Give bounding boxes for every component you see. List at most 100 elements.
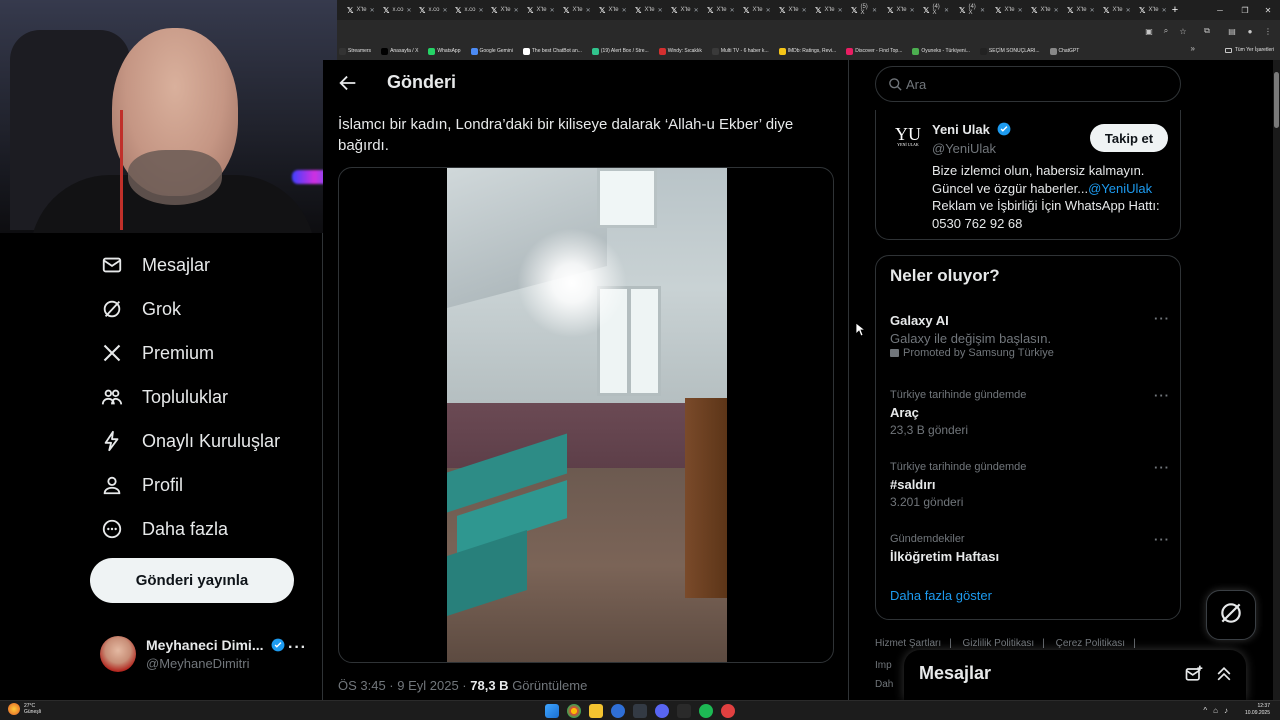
video-player[interactable] [447,168,727,662]
maximize-button[interactable]: ❐ [1233,0,1257,20]
weather-widget[interactable]: 27°C Güneşli [8,703,41,715]
zoom-icon[interactable]: ⌕ [1160,25,1172,37]
scrollbar-thumb[interactable] [1274,72,1279,128]
steam-icon[interactable] [633,704,647,718]
browser-tab[interactable]: 𝕏 X'te ✕ [553,0,591,20]
show-more-link[interactable]: Daha fazla göster [890,588,992,603]
footer-link-terms[interactable]: Hizmet Şartları [875,638,941,649]
browser-tab[interactable]: 𝕏 X'te ✕ [1093,0,1131,20]
browser-tab[interactable]: 𝕏 X'te ✕ [517,0,555,20]
bookmarks-overflow-icon[interactable]: » [1191,44,1195,53]
browser-tab[interactable]: 𝕏x.co ✕ [409,0,448,20]
tray-volume-icon[interactable]: ♪ [1224,706,1228,715]
bookmark-item[interactable]: ChatGPT [1049,47,1079,55]
browser-tab[interactable]: 𝕏 X'te ✕ [589,0,627,20]
sidebar-toggle-icon[interactable]: ▤ [1226,25,1238,37]
browser-tab[interactable]: 𝕏 X'te ✕ [481,0,519,20]
bookmark-item[interactable]: Discover - Find Top... [846,47,902,55]
file-explorer-icon[interactable] [589,704,603,718]
trend-more-icon[interactable]: ··· [1154,460,1170,475]
browser-tab[interactable]: 𝕏 X'te ✕ [1021,0,1059,20]
browser-tab[interactable]: 𝕏 X'te ✕ [733,0,771,20]
browser-tab[interactable]: 𝕏 X'te ✕ [1129,0,1167,20]
bookmark-item[interactable]: SEÇİM SONUÇLARI... [979,47,1040,55]
nav-item-messages[interactable]: Mesajlar [100,253,210,277]
nav-item-communities[interactable]: Topluluklar [100,385,228,409]
nav-item-more[interactable]: Daha fazla [100,517,228,541]
expand-up-icon[interactable] [1214,664,1236,686]
discord-icon[interactable] [655,704,669,718]
post-timestamp[interactable]: ÖS 3:45 · 9 Eyl 2025 · [338,678,467,693]
account-more-icon[interactable]: ··· [288,639,307,657]
bookmark-item[interactable]: (19) Alert Box / Stre... [591,47,649,55]
close-window-button[interactable]: ✕ [1256,0,1280,20]
browser-tab[interactable]: 𝕏 (4) X ✕ [913,0,949,20]
profile-name[interactable]: Yeni Ulak [932,122,990,137]
nav-item-premium[interactable]: Premium [100,341,214,365]
bookmark-item[interactable]: Anasayfa / X [381,47,418,55]
screen-cast-icon[interactable]: ▣ [1143,25,1155,37]
follow-button[interactable]: Takip et [1090,124,1168,152]
browser-tab[interactable]: 𝕏 (5) X ✕ [841,0,877,20]
footer-link-fragment[interactable]: Imp [875,660,892,671]
nav-item-profile[interactable]: Profil [100,473,183,497]
extensions-icon[interactable]: ⧉ [1201,25,1213,37]
bookmark-star-icon[interactable]: ☆ [1177,25,1189,37]
minimize-button[interactable]: ─ [1208,0,1232,20]
bookmark-item[interactable]: Multi TV - 6 haber k... [711,47,769,55]
nav-item-verified-orgs[interactable]: Onaylı Kuruluşlar [100,429,280,453]
page-scrollbar[interactable] [1273,60,1280,700]
obs-icon[interactable] [677,704,691,718]
messages-drawer[interactable]: Mesajlar [904,650,1246,700]
account-switcher[interactable]: Meyhaneci Dimi... @MeyhaneDimitri ··· [100,631,310,675]
search-box[interactable] [875,66,1181,102]
new-message-icon[interactable] [1184,664,1206,686]
browser-tab[interactable]: 𝕏 X'te ✕ [985,0,1023,20]
browser-tab[interactable]: 𝕏 X'te ✕ [769,0,807,20]
all-bookmarks-button[interactable]: Tüm Yer İşaretleri [1224,47,1274,53]
bookmark-item[interactable]: Windy: Sıcaklık [658,47,702,55]
browser-tab[interactable]: 𝕏 X'te ✕ [805,0,843,20]
tray-network-icon[interactable]: ⌂ [1213,706,1218,715]
tray-chevron-icon[interactable]: ^ [1203,706,1207,715]
chrome-icon[interactable] [567,704,581,718]
footer-link-fragment[interactable]: Dah [875,679,893,690]
bio-mention-link[interactable]: @YeniUlak [1088,181,1152,196]
trend-item[interactable]: Türkiye tarihinde gündemde Araç 23,3 B g… [890,388,1170,439]
bookmark-item[interactable]: The best ChatBot an... [522,47,582,55]
trend-more-icon[interactable]: ··· [1154,311,1170,326]
bookmark-item[interactable]: WhatsApp [428,47,461,55]
taskbar-clock[interactable]: 12:37 10.09.2025 [1245,703,1270,717]
browser-tab[interactable]: 𝕏 X'te ✕ [1057,0,1095,20]
browser-tab[interactable]: 𝕏 X'te ✕ [661,0,699,20]
browser-tab[interactable]: 𝕏 (4) X ✕ [949,0,985,20]
grok-floating-button[interactable] [1206,590,1256,640]
bookmark-item[interactable]: IMDb: Ratings, Revi... [778,47,836,55]
footer-link-cookies[interactable]: Çerez Politikası [1056,638,1125,649]
back-arrow-icon[interactable] [337,72,359,94]
profile-logo[interactable]: YU YENİ ULAK [892,125,924,158]
browser-tab[interactable]: 𝕏 X'te ✕ [625,0,663,20]
bookmark-item[interactable]: Streamers [339,47,371,55]
footer-link-privacy[interactable]: Gizlilik Politikası [963,638,1035,649]
profile-avatar-icon[interactable]: ● [1244,25,1256,37]
app-icon[interactable] [721,704,735,718]
edge-icon[interactable] [611,704,625,718]
trend-more-icon[interactable]: ··· [1154,388,1170,403]
trend-more-icon[interactable]: ··· [1154,532,1170,547]
browser-tab[interactable]: 𝕏x.co ✕ [373,0,412,20]
browser-tab[interactable]: 𝕏 X'te ✕ [697,0,735,20]
nav-item-grok[interactable]: Grok [100,297,181,321]
browser-tab[interactable]: 𝕏 X'te ✕ [337,0,375,20]
windows-start-icon[interactable] [545,704,559,718]
browser-tab[interactable]: 𝕏 X'te ✕ [877,0,915,20]
browser-tab[interactable]: 𝕏x.co ✕ [445,0,484,20]
spotify-icon[interactable] [699,704,713,718]
bookmark-item[interactable]: Oyuneks - Türkiyeni... [912,47,970,55]
search-input[interactable] [906,73,1166,95]
bookmark-item[interactable]: Google Gemini [470,47,513,55]
trend-item[interactable]: Türkiye tarihinde gündemde #saldırı 3.20… [890,460,1170,511]
trend-item[interactable]: Galaxy AI Galaxy ile değişim başlasın. P… [890,311,1170,359]
post-media[interactable] [338,167,834,663]
browser-menu-icon[interactable]: ⋮ [1262,25,1274,37]
